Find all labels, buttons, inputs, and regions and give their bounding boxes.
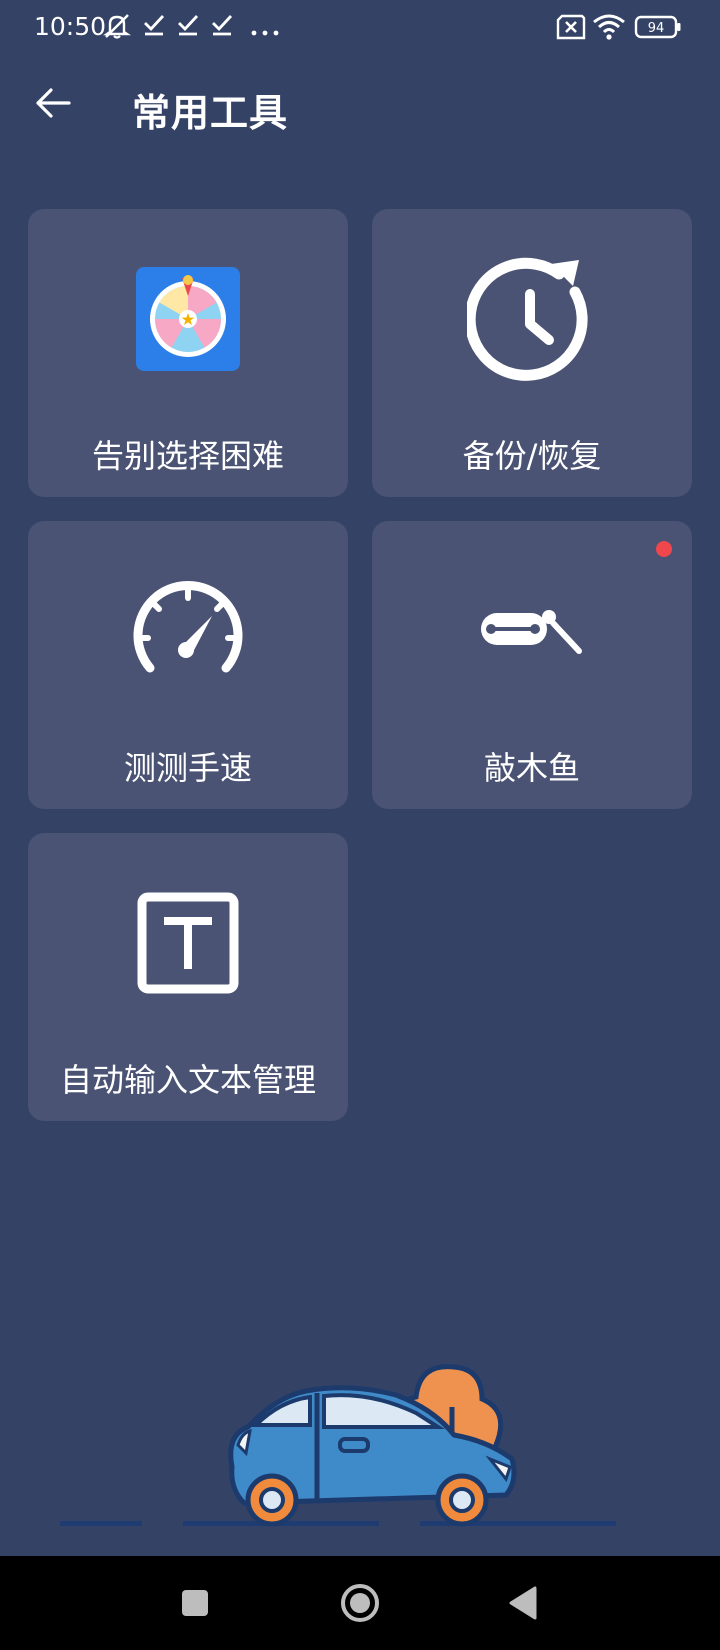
tool-card-auto-text[interactable]: 自动输入文本管理 <box>28 833 348 1121</box>
tool-label: 备份/恢复 <box>462 437 602 475</box>
tool-card-wooden-fish[interactable]: 敲木鱼 <box>372 521 692 809</box>
check-icon <box>176 12 200 42</box>
road-line <box>60 1521 142 1526</box>
new-badge <box>656 541 672 557</box>
battery-icon: 94 <box>634 15 682 43</box>
text-box-icon <box>137 892 239 994</box>
wifi-icon <box>592 12 626 44</box>
check-icon <box>210 12 234 42</box>
tool-label: 自动输入文本管理 <box>59 1061 316 1099</box>
speedometer-icon <box>133 581 243 673</box>
back-nav-button[interactable] <box>498 1578 548 1628</box>
arrow-left-icon <box>36 88 71 118</box>
app-header: 常用工具 <box>0 70 720 140</box>
clock-restore-icon <box>467 257 588 381</box>
tool-card-backup[interactable]: 备份/恢复 <box>372 209 692 497</box>
page-title: 常用工具 <box>132 91 289 135</box>
tool-label: 测测手速 <box>123 749 252 787</box>
recent-apps-icon <box>182 1590 208 1616</box>
more-dots-icon <box>250 22 280 41</box>
tools-screen: 10:50 94 常用工具 告别选择困难 备份/恢复 测测手速 敲木鱼 自动输入… <box>0 0 720 1650</box>
battery-level: 94 <box>648 21 665 36</box>
recent-apps-button[interactable] <box>170 1578 220 1628</box>
wooden-fish-icon <box>481 610 582 654</box>
home-icon <box>341 1584 379 1622</box>
system-nav-bar <box>0 1556 720 1650</box>
status-time: 10:50 <box>34 12 107 41</box>
lucky-wheel-icon <box>136 267 240 371</box>
tool-label: 敲木鱼 <box>483 749 580 787</box>
tool-label: 告别选择困难 <box>91 437 284 475</box>
tool-card-decision[interactable]: 告别选择困难 <box>28 209 348 497</box>
tool-card-speed[interactable]: 测测手速 <box>28 521 348 809</box>
sim-x-icon <box>556 14 586 44</box>
mute-notification-icon <box>102 12 132 44</box>
home-button[interactable] <box>335 1578 385 1628</box>
back-triangle-icon <box>509 1586 537 1620</box>
back-button[interactable] <box>30 80 76 126</box>
status-bar: 10:50 94 <box>0 0 720 56</box>
check-icon <box>142 12 166 42</box>
car-icon <box>228 1364 517 1527</box>
